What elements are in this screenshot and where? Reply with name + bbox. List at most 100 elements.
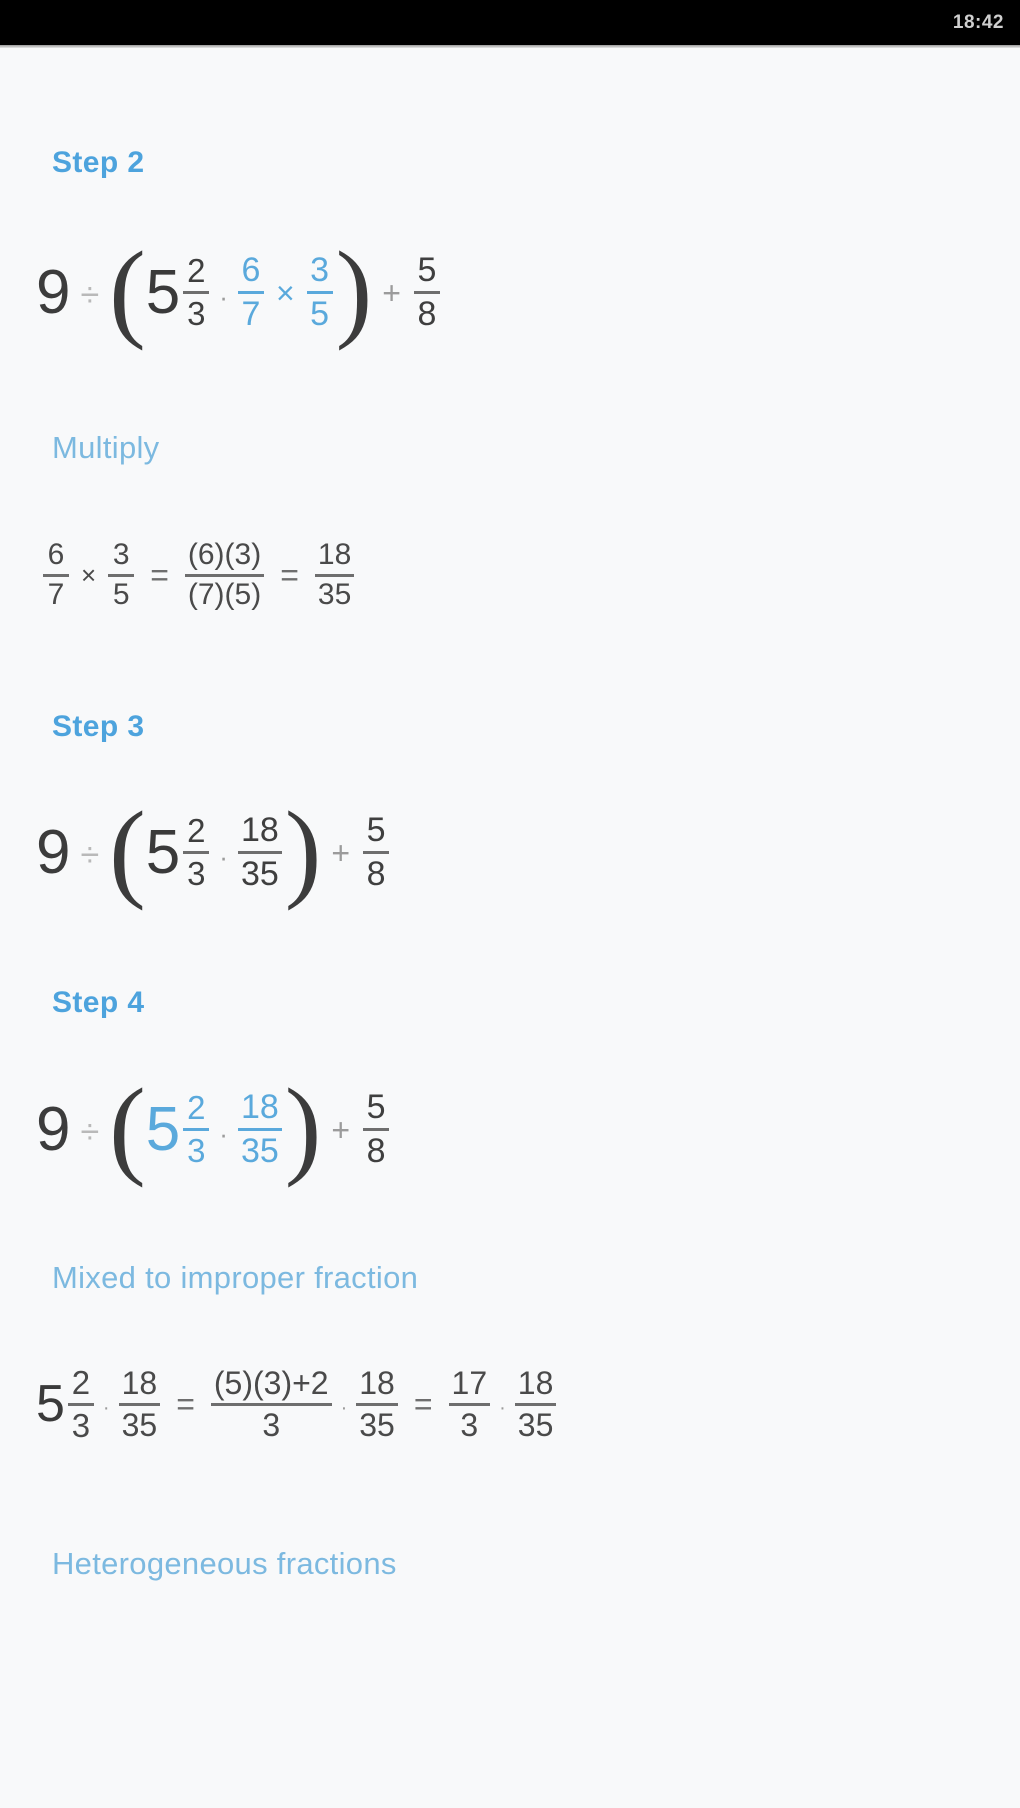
numerator: (5)(3)+2 [213,1365,329,1402]
fraction-bar [237,851,282,855]
step-4-fraction-eighteen-thirtyfifths: 18 35 [237,1090,282,1171]
numerator: 18 [517,1365,554,1402]
mti-result-17-3: 17 3 [448,1367,491,1441]
step-4-expression: 9 ÷ ( 5 2 3 · 18 35 ) + 5 8 [36,1066,392,1188]
step-3-mixed-whole: 5 [145,817,181,887]
denominator: 35 [517,1406,554,1443]
numerator: 18 [240,811,279,850]
fraction-bar [237,291,264,295]
section-step-2: Step 2 [52,146,144,180]
mti-operand-18-35: 18 35 [118,1365,161,1441]
status-bar-clock: 18:42 [952,11,1004,33]
multiplication-dot-icon: · [499,1397,506,1420]
step-3-label: Step 3 [52,710,145,743]
mti-mixed-whole: 5 [36,1375,65,1434]
section-multiply: Multiply [52,430,159,466]
open-paren: ( [109,229,146,351]
step-3-mixed-fraction: 2 3 [183,814,210,893]
fraction-bar [448,1402,491,1406]
heterogeneous-fractions-label: Heterogeneous fractions [52,1546,397,1581]
division-icon: ÷ [80,835,100,874]
denominator: 35 [317,577,352,611]
fraction-bar [210,1402,332,1406]
step-3-fraction-eighteen-thirtyfifths: 18 35 [237,811,282,891]
denominator: 3 [187,855,206,893]
step-4-mixed-number: 5 2 3 [146,1091,212,1167]
denominator: 8 [366,1132,386,1171]
equals-icon: = [176,1386,195,1423]
fraction-bar [356,1402,398,1406]
multiply-label: Multiply [52,430,160,465]
numerator: 2 [187,252,206,290]
multiplication-dot-icon: · [340,1397,348,1420]
step-2-mixed-whole: 5 [145,257,181,327]
denominator: 3 [187,1132,206,1170]
times-icon: × [81,560,97,591]
section-step-3: Step 3 [52,710,144,744]
multiply-expression: 6 7 × 3 5 = (6)(3) (7)(5) = 18 35 [40,538,357,611]
denominator: 8 [366,855,386,894]
multiply-operand-b: 3 5 [108,539,135,611]
fraction-bar [514,1402,557,1406]
denominator: 5 [112,577,130,611]
equals-icon: = [150,557,169,594]
fraction-bar [183,851,210,855]
mti-mixed-number: 5 2 3 [36,1366,97,1442]
step-3-mixed-number: 5 2 3 [146,814,212,890]
division-icon: ÷ [80,1112,100,1151]
step-2-mixed-fraction: 2 3 [183,252,210,333]
step-4-whole: 9 [36,1094,71,1164]
mti-operand-18-35-second: 18 35 [356,1367,398,1441]
step-2-label: Step 2 [52,146,145,179]
denominator: (7)(5) [187,577,262,611]
fraction-bar [306,291,333,295]
numerator: 5 [366,811,386,850]
section-heterogeneous: Heterogeneous fractions [52,1546,397,1582]
fraction-bar [183,1128,210,1132]
step-2-whole: 9 [36,257,71,327]
mixed-to-improper-expression: 5 2 3 · 18 35 = (5)(3)+2 3 · 18 35 = 17 [36,1366,559,1442]
section-mixed-to-improper: Mixed to improper fraction [52,1260,418,1296]
fraction-bar [183,291,210,295]
multiply-result: 18 35 [314,538,355,611]
times-icon: × [275,274,295,311]
open-paren: ( [109,1066,146,1188]
fraction-bar [363,851,390,855]
step-2-fraction-three-fifths: 3 5 [306,251,333,331]
fraction-bar [363,1128,390,1132]
multiplication-dot-icon: · [219,281,228,312]
multiplication-dot-icon: · [102,1397,110,1420]
fraction-bar [118,1402,161,1406]
denominator: 7 [47,577,65,611]
denominator: 35 [240,1132,279,1171]
step-2-expression: 9 ÷ ( 5 2 3 · 6 7 × 3 5 ) + 5 8 [36,229,443,351]
numerator: 6 [241,251,261,290]
denominator: 8 [417,295,437,334]
numerator: 5 [366,1088,386,1127]
multiplication-dot-icon: · [219,1118,228,1149]
denominator: 35 [359,1406,395,1443]
numerator: 3 [310,251,330,290]
step-4-mixed-fraction: 2 3 [183,1089,210,1170]
denominator: 3 [71,1406,91,1444]
section-step-4: Step 4 [52,986,144,1020]
denominator: 7 [241,295,261,334]
close-paren: ) [284,789,322,911]
plus-icon: + [382,274,401,311]
numerator: (6)(3) [187,538,262,571]
numerator: 5 [417,251,437,290]
step-4-label: Step 4 [52,986,145,1019]
numerator: 6 [47,538,65,571]
denominator: 3 [187,295,206,333]
mixed-to-improper-label: Mixed to improper fraction [52,1260,419,1295]
numerator: 18 [317,538,352,571]
numerator: 18 [121,1365,158,1402]
fraction-bar [237,1128,282,1132]
numerator: 18 [359,1365,395,1402]
step-2-fraction-six-sevenths: 6 7 [237,251,264,334]
solution-steps-scroll-area[interactable]: Step 2 9 ÷ ( 5 2 3 · 6 7 × 3 5 ) + 5 8 M… [0,48,1020,1808]
numerator: 2 [187,1089,206,1127]
step-4-mixed-whole: 5 [145,1094,181,1164]
denominator: 3 [262,1406,281,1443]
fraction-bar [413,291,440,295]
